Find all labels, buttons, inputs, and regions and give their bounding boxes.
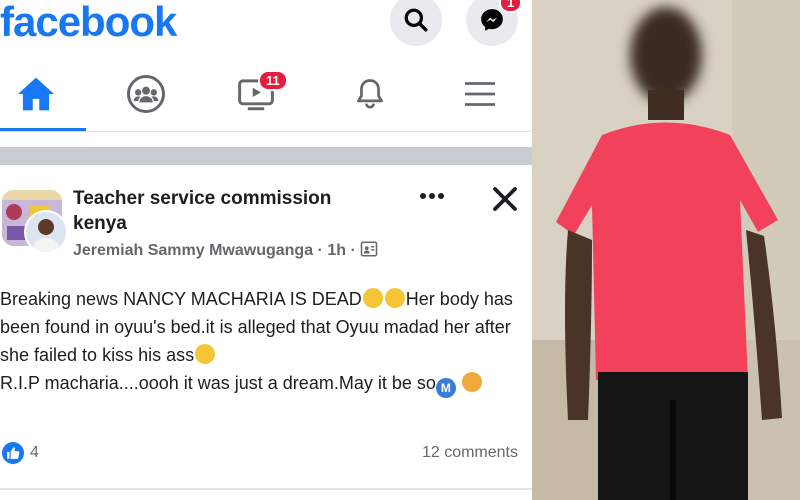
post-text-line3: R.I.P macharia....oooh it was just a dre… (0, 373, 436, 393)
facebook-logo: facebook (0, 0, 177, 45)
nav-groups[interactable] (122, 72, 170, 116)
more-options-button[interactable] (418, 186, 448, 206)
sad-emoji-icon (362, 288, 383, 308)
meta-dot: · (317, 242, 328, 259)
watch-badge: 11 (258, 70, 288, 91)
post-text: Breaking news NANCY MACHARIA IS DEAD Her … (0, 285, 520, 398)
groups-icon (127, 75, 165, 113)
home-icon (18, 77, 54, 111)
m-emoji-icon: M (435, 378, 456, 398)
messenger-icon (481, 9, 503, 31)
audience-icon (360, 241, 378, 257)
bell-icon (357, 79, 383, 109)
post-divider (0, 488, 532, 490)
nav-notifications[interactable] (346, 72, 394, 116)
comments-count[interactable]: 12 comments (422, 444, 518, 462)
sad-emoji-icon (384, 288, 405, 308)
nav-divider (0, 131, 532, 132)
like-count[interactable]: 4 (30, 444, 39, 462)
search-icon (404, 8, 428, 32)
thumbs-up-icon (7, 447, 20, 459)
like-reaction[interactable] (2, 442, 24, 464)
meta-dot: · (350, 242, 361, 259)
nav-home[interactable] (12, 72, 60, 116)
post-time[interactable]: 1h (327, 242, 346, 259)
hamburger-menu-icon (465, 82, 495, 106)
blurred-person-photo (532, 0, 800, 500)
hide-post-button[interactable] (490, 184, 520, 214)
facebook-screenshot: facebook 1 11 Teacher service commission… (0, 0, 532, 500)
post-group-name[interactable]: Teacher service commission kenya (73, 186, 373, 236)
close-icon (493, 187, 517, 211)
post-author[interactable]: Jeremiah Sammy Mwawuganga (73, 242, 313, 259)
crying-emoji-icon (195, 344, 216, 364)
post-text-line1: Breaking news NANCY MACHARIA IS DEAD (0, 289, 362, 309)
person-bowing-emoji-icon (461, 372, 482, 392)
search-button[interactable] (390, 0, 442, 46)
author-avatar[interactable] (24, 210, 68, 254)
feed-separator (0, 147, 532, 165)
more-horizontal-icon (420, 193, 444, 199)
nav-menu[interactable] (456, 72, 504, 116)
post-meta: Jeremiah Sammy Mwawuganga · 1h · (73, 240, 378, 260)
messenger-badge: 1 (499, 0, 523, 13)
